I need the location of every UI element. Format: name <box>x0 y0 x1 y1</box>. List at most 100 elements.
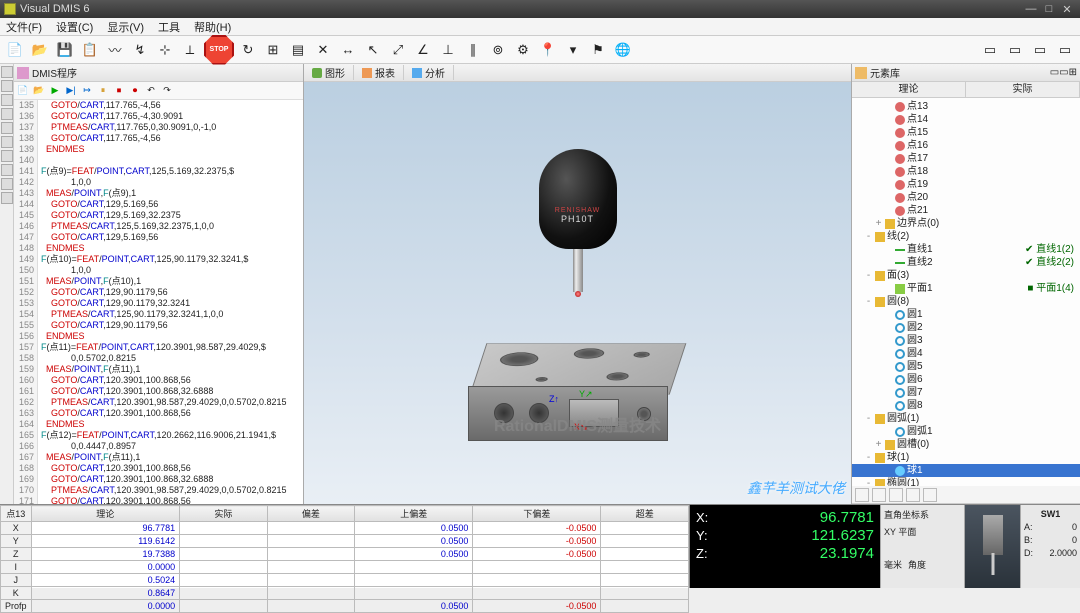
ltool-10[interactable] <box>1 192 13 204</box>
tool-win3-icon[interactable]: ▭ <box>1029 39 1051 61</box>
tool-fit-icon[interactable]: ⤢ <box>387 39 409 61</box>
tool-cursor-icon[interactable]: ↖ <box>362 39 384 61</box>
ct-step[interactable]: ▶| <box>64 84 78 98</box>
tool-save-icon[interactable]: 💾 <box>54 39 76 61</box>
ltool-8[interactable] <box>1 164 13 176</box>
menu-view[interactable]: 显示(V) <box>107 19 144 35</box>
tree-node[interactable]: 点17 <box>852 152 1080 165</box>
menu-tools[interactable]: 工具 <box>158 19 180 35</box>
tool-dim-icon[interactable]: ↔ <box>337 39 359 61</box>
tree-node[interactable]: 点19 <box>852 178 1080 191</box>
tree-node[interactable]: 点20 <box>852 191 1080 204</box>
tool-flag-icon[interactable]: ⚑ <box>587 39 609 61</box>
menu-file[interactable]: 文件(F) <box>6 19 42 35</box>
tree-node[interactable]: -面(3) <box>852 269 1080 282</box>
feature-tree[interactable]: 点13点14点15点16点17点18点19点20点21+边界点(0)-线(2)直… <box>852 98 1080 486</box>
stop-button[interactable]: STOP <box>204 35 234 65</box>
ltool-4[interactable] <box>1 108 13 120</box>
close-button[interactable]: ✕ <box>1058 3 1076 16</box>
tool-copy-icon[interactable]: 📋 <box>79 39 101 61</box>
tree-node[interactable]: 点21 <box>852 204 1080 217</box>
ltool-5[interactable] <box>1 122 13 134</box>
tree-node[interactable]: 圆6 <box>852 373 1080 386</box>
tree-node[interactable]: -圆(8) <box>852 295 1080 308</box>
code-listing[interactable]: 135 GOTO/CART,117.765,-4,56136 GOTO/CART… <box>14 100 303 504</box>
tool-snap-icon[interactable]: ↯ <box>129 39 151 61</box>
tool-gear-icon[interactable]: ⚙ <box>512 39 534 61</box>
ltool-9[interactable] <box>1 178 13 190</box>
tool-axis-icon[interactable]: ⟂ <box>179 39 201 61</box>
tree-node[interactable]: -圆弧(1) <box>852 412 1080 425</box>
tree-node[interactable]: 圆4 <box>852 347 1080 360</box>
ltool-3[interactable] <box>1 94 13 106</box>
tree-node[interactable]: 圆弧1 <box>852 425 1080 438</box>
tree-node[interactable]: 圆5 <box>852 360 1080 373</box>
menu-help[interactable]: 帮助(H) <box>194 19 231 35</box>
ct-stop[interactable]: ⏹ <box>112 84 126 98</box>
tool-globe-icon[interactable]: 🌐 <box>612 39 634 61</box>
maximize-button[interactable]: □ <box>1040 3 1058 15</box>
tool-rotate-icon[interactable]: ↻ <box>237 39 259 61</box>
ltool-1[interactable] <box>1 66 13 78</box>
ct-rec[interactable]: ⏺ <box>128 84 142 98</box>
tab-graphics[interactable]: 图形 <box>304 65 354 80</box>
tool-new-icon[interactable]: 📄 <box>4 39 26 61</box>
tool-probe2-icon[interactable]: 📍 <box>537 39 559 61</box>
tree-node[interactable]: -球(1) <box>852 451 1080 464</box>
feature-panel: 元素库▭▭⊞ 理论 实际 点13点14点15点16点17点18点19点20点21… <box>852 64 1080 504</box>
tree-node[interactable]: +圆槽(0) <box>852 438 1080 451</box>
tree-node[interactable]: 圆8 <box>852 399 1080 412</box>
tool-layers-icon[interactable]: ▤ <box>287 39 309 61</box>
tree-node[interactable]: 直线1✔ 直线1(2) <box>852 243 1080 256</box>
tree-node[interactable]: 直线2✔ 直线2(2) <box>852 256 1080 269</box>
ltool-7[interactable] <box>1 150 13 162</box>
tree-node[interactable]: 平面1■ 平面1(4) <box>852 282 1080 295</box>
rp-btn3[interactable]: ⊞ <box>1069 67 1077 78</box>
ct-pause[interactable]: ⏸ <box>96 84 110 98</box>
tree-node[interactable]: 圆1 <box>852 308 1080 321</box>
tool-win4-icon[interactable]: ▭ <box>1054 39 1076 61</box>
rp-btn2[interactable]: ▭ <box>1059 67 1068 78</box>
tree-node[interactable]: 圆2 <box>852 321 1080 334</box>
tree-node[interactable]: -椭圆(1) <box>852 477 1080 486</box>
tool-perp-icon[interactable]: ⊥ <box>437 39 459 61</box>
tab-analysis[interactable]: 分析 <box>404 65 454 80</box>
tree-node[interactable]: 球1 <box>852 464 1080 477</box>
tool-win2-icon[interactable]: ▭ <box>1004 39 1026 61</box>
tool-down-icon[interactable]: ▾ <box>562 39 584 61</box>
tool-curve-icon[interactable]: 〰 <box>104 39 126 61</box>
ltool-6[interactable] <box>1 136 13 148</box>
rp-btn1[interactable]: ▭ <box>1050 67 1059 78</box>
tool-open-icon[interactable]: 📂 <box>29 39 51 61</box>
ct-play[interactable]: ▶ <box>48 84 62 98</box>
tab-actual[interactable]: 实际 <box>966 82 1080 97</box>
tab-nominal[interactable]: 理论 <box>852 82 966 97</box>
tree-node[interactable]: +边界点(0) <box>852 217 1080 230</box>
tree-node[interactable]: 圆7 <box>852 386 1080 399</box>
ct-new[interactable]: 📄 <box>16 84 30 98</box>
tool-circ-icon[interactable]: ⊚ <box>487 39 509 61</box>
ct-to[interactable]: ↦ <box>80 84 94 98</box>
minimize-button[interactable]: — <box>1022 3 1040 15</box>
tree-node[interactable]: 点13 <box>852 100 1080 113</box>
tool-grid-icon[interactable]: ⊞ <box>262 39 284 61</box>
tree-node[interactable]: 点15 <box>852 126 1080 139</box>
tree-node[interactable]: 点14 <box>852 113 1080 126</box>
sensor-b: 0 <box>1072 534 1077 547</box>
tab-report[interactable]: 报表 <box>354 65 404 80</box>
menu-settings[interactable]: 设置(C) <box>56 19 93 35</box>
tree-node[interactable]: 点18 <box>852 165 1080 178</box>
3d-viewport[interactable]: 图形 报表 分析 RENISHAWPH10T Z↑Y↗X↘ Rat <box>304 64 852 504</box>
ltool-2[interactable] <box>1 80 13 92</box>
tree-node[interactable]: 点16 <box>852 139 1080 152</box>
tree-node[interactable]: 圆3 <box>852 334 1080 347</box>
tool-win1-icon[interactable]: ▭ <box>979 39 1001 61</box>
tool-measure-icon[interactable]: ✕ <box>312 39 334 61</box>
ct-open[interactable]: 📂 <box>32 84 46 98</box>
tree-node[interactable]: -线(2) <box>852 230 1080 243</box>
ct-redo[interactable]: ↷ <box>160 84 174 98</box>
tool-angle-icon[interactable]: ∠ <box>412 39 434 61</box>
tool-para-icon[interactable]: ∥ <box>462 39 484 61</box>
tool-probe-icon[interactable]: ⊹ <box>154 39 176 61</box>
ct-undo[interactable]: ↶ <box>144 84 158 98</box>
